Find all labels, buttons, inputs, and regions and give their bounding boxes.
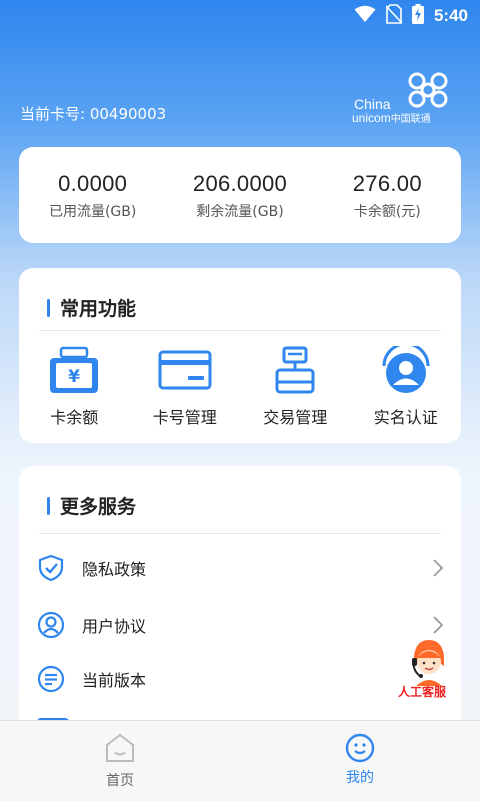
stat-used-data: 0.0000 已用流量(GB) xyxy=(19,147,166,243)
stat-label: 剩余流量(GB) xyxy=(196,204,284,220)
bottom-navigation: 首页 我的 xyxy=(0,720,480,801)
shield-check-icon xyxy=(37,554,65,582)
section-title: 更多服务 xyxy=(60,496,137,518)
brand-unicom: unicom中国联通 xyxy=(352,110,431,125)
home-icon xyxy=(106,733,134,762)
func-label: 卡号管理 xyxy=(152,408,217,427)
common-functions-card: 常用功能 ¥ 卡余额 卡号管理 交易管理 实名认证 xyxy=(19,268,461,443)
stat-value: 0.0000 xyxy=(58,171,128,196)
section-title: 常用功能 xyxy=(60,298,137,320)
section-header: 常用功能 xyxy=(47,294,136,321)
nav-item-home[interactable]: 首页 xyxy=(0,721,240,801)
func-label: 实名认证 xyxy=(373,408,438,427)
divider xyxy=(39,330,441,331)
wifi-icon xyxy=(354,5,376,27)
func-label: 交易管理 xyxy=(263,408,328,427)
stat-value: 206.0000 xyxy=(192,171,288,196)
svg-text:¥: ¥ xyxy=(68,367,80,387)
section-accent-bar xyxy=(47,298,50,317)
transaction-icon xyxy=(275,346,315,394)
stat-label: 已用流量(GB) xyxy=(48,204,137,220)
func-label: 卡余额 xyxy=(50,408,99,427)
customer-service-label: 人工客服 xyxy=(398,685,447,699)
customer-service-button[interactable]: 人工客服 xyxy=(394,636,464,706)
list-item-label: 用户协议 xyxy=(82,617,147,636)
no-sim-icon xyxy=(385,4,403,28)
chevron-right-icon xyxy=(433,616,443,634)
nav-item-mine[interactable]: 我的 xyxy=(240,721,480,801)
status-time: 5:40 xyxy=(433,6,468,25)
chevron-right-icon xyxy=(433,559,443,577)
func-card-balance[interactable]: ¥ 卡余额 xyxy=(19,346,130,428)
brand-unicom-cn: 中国联通 xyxy=(390,114,431,125)
func-transaction-manage[interactable]: 交易管理 xyxy=(240,346,351,428)
stat-card-balance: 276.00 卡余额(元) xyxy=(314,147,461,243)
stat-label: 卡余额(元) xyxy=(353,204,421,220)
wallet-yen-icon: ¥ xyxy=(50,346,99,393)
nav-label: 我的 xyxy=(346,770,374,786)
card-icon xyxy=(158,350,212,390)
divider xyxy=(39,533,441,534)
nav-label: 首页 xyxy=(106,773,134,789)
smiley-face-icon xyxy=(345,733,375,763)
status-bar: 5:40 xyxy=(0,0,480,30)
customer-service-agent-icon xyxy=(412,640,444,686)
version-icon xyxy=(37,665,65,693)
stat-remaining-data: 206.0000 剩余流量(GB) xyxy=(166,147,313,243)
list-item-label: 当前版本 xyxy=(82,671,147,690)
unicom-knot-icon xyxy=(408,72,448,108)
stat-value: 276.00 xyxy=(352,171,422,196)
func-real-name-verify[interactable]: 实名认证 xyxy=(351,346,462,428)
list-item-label: 隐私政策 xyxy=(82,560,147,579)
section-header: 更多服务 xyxy=(47,492,136,519)
battery-charging-icon xyxy=(411,4,424,28)
func-card-number-manage[interactable]: 卡号管理 xyxy=(130,346,241,428)
current-card-number: 当前卡号: 00490003 xyxy=(20,105,167,123)
user-circle-icon xyxy=(37,611,65,639)
list-item-privacy-policy[interactable]: 隐私政策 xyxy=(19,542,461,594)
brand-unicom-en: unicom xyxy=(352,111,391,125)
usage-stats-card: 0.0000 已用流量(GB) 206.0000 剩余流量(GB) 276.00… xyxy=(19,147,461,243)
user-verify-icon xyxy=(382,346,430,393)
section-accent-bar xyxy=(47,496,50,515)
china-unicom-logo: China unicom中国联通 xyxy=(352,70,462,128)
